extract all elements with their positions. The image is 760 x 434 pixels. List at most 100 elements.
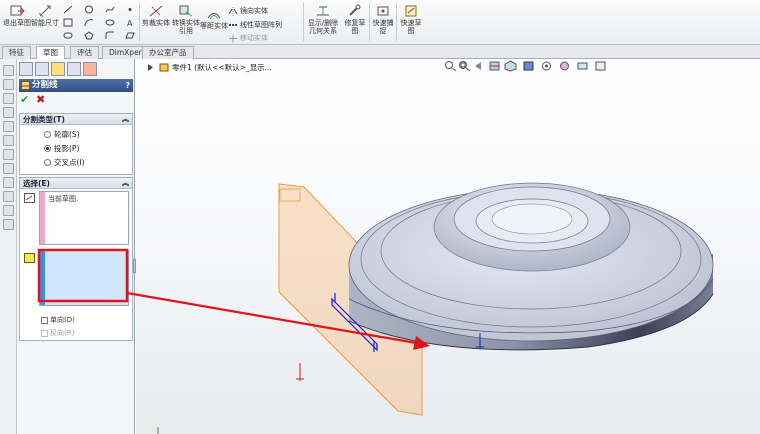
ribbon-separator (369, 3, 370, 41)
radio-button (44, 159, 51, 166)
toolbar-tool-icon[interactable] (3, 79, 14, 90)
pm-title: 分割线 (32, 80, 58, 90)
circle-icon[interactable] (84, 5, 94, 14)
property-manager: 分割线 ? ✔ ✖ 分割类型(T) ︽ 轮廓(S) 投影(P) 交叉点(I) 选… (17, 59, 136, 434)
move-icon (229, 34, 237, 42)
svg-text:A: A (127, 19, 133, 27)
tab-features[interactable]: 特征 (2, 46, 31, 59)
toolbar-tool-icon[interactable] (3, 205, 14, 216)
radio-silhouette[interactable]: 轮廓(S) (44, 129, 80, 140)
radio-projection[interactable]: 投影(P) (44, 143, 79, 154)
ribbon-separator (396, 3, 397, 41)
command-manager-tabs: 特征 草图 评估 DimXpert 办公室产品 (0, 45, 760, 60)
exit-sketch-icon (10, 5, 25, 16)
relations-icon (317, 6, 329, 16)
rectangle-icon[interactable] (63, 18, 73, 27)
ribbon-toolbar: 退出草图 智能尺寸 A 剪裁实体 转换实体引用 等距实体 镜向实体 线性草图阵列… (0, 0, 760, 45)
rapid-sketch-icon (405, 5, 417, 17)
split-type-group: 分割类型(T) ︽ 轮廓(S) 投影(P) 交叉点(I) (19, 113, 133, 175)
display-delete-relations-button[interactable]: 显示/删除几何关系 (306, 4, 340, 35)
model-scene[interactable] (136, 59, 760, 434)
fillet-icon[interactable] (105, 31, 115, 40)
toolbar-tool-icon[interactable] (3, 65, 14, 76)
checkbox (41, 316, 48, 324)
tab-evaluate[interactable]: 评估 (70, 46, 99, 59)
configuration-manager-tab[interactable] (51, 62, 65, 76)
repair-sketch-button[interactable]: 修复草图 (342, 4, 368, 35)
ok-button[interactable]: ✔ (20, 93, 29, 106)
polygon-icon[interactable] (84, 31, 94, 40)
mirror-entities-button[interactable]: 镜向实体 (228, 6, 268, 16)
split-line-icon (21, 81, 30, 90)
graphics-area[interactable]: 零件1 (默认<<默认>_显示... (136, 59, 760, 434)
smart-dimension-icon (38, 5, 51, 18)
linear-pattern-icon (229, 23, 237, 26)
spline-icon[interactable] (105, 5, 115, 14)
ribbon-separator (139, 3, 140, 41)
help-button[interactable]: ? (125, 79, 130, 92)
point-icon[interactable] (125, 5, 135, 14)
feature-manager-tab[interactable] (19, 62, 33, 76)
toolbar-tool-icon[interactable] (3, 163, 14, 174)
toolbar-tool-icon[interactable] (3, 107, 14, 118)
dimxpert-manager-tab[interactable] (67, 62, 81, 76)
left-toolbar (0, 59, 17, 434)
slot-icon[interactable] (63, 31, 73, 40)
arc-icon[interactable] (84, 18, 94, 27)
ellipse-icon[interactable] (105, 18, 115, 27)
pm-title-bar: 分割线 ? (19, 79, 133, 92)
offset-entities-button[interactable]: 等距实体 (200, 7, 228, 30)
repair-sketch-icon (349, 4, 361, 16)
line-icon[interactable] (63, 5, 73, 14)
exit-sketch-button[interactable]: 退出草图 (3, 4, 31, 27)
toolbar-tool-icon[interactable] (3, 149, 14, 160)
tab-sketch[interactable]: 草图 (36, 46, 65, 60)
text-icon[interactable]: A (125, 18, 135, 27)
rapid-sketch-button[interactable]: 快速草图 (398, 4, 424, 35)
ok-cancel-bar: ✔ ✖ (20, 93, 60, 107)
convert-entities-icon (179, 5, 193, 17)
selection-color-bar (40, 192, 45, 244)
single-direction-checkbox[interactable]: 单向(D) (41, 315, 75, 325)
smart-dimension-button[interactable]: 智能尺寸 (31, 4, 59, 27)
toolbar-tool-icon[interactable] (3, 177, 14, 188)
toolbar-tool-icon[interactable] (3, 135, 14, 146)
toolbar-tool-icon[interactable] (3, 121, 14, 132)
display-manager-tab[interactable] (83, 62, 97, 76)
disk-part-model[interactable] (348, 182, 714, 351)
move-entities-button[interactable]: 移动实体 (228, 33, 268, 43)
faces-to-split-list[interactable] (39, 250, 129, 306)
ribbon-separator (303, 3, 304, 41)
face-selection-icon (24, 253, 35, 263)
linear-sketch-pattern-button[interactable]: 线性草图阵列 (228, 20, 282, 30)
sketch-selection-list[interactable]: 当前草图. (39, 191, 129, 245)
tab-office-products[interactable]: 办公室产品 (142, 46, 194, 59)
radio-button-selected (44, 145, 51, 152)
toolbar-tool-icon[interactable] (3, 93, 14, 104)
reverse-direction-checkbox[interactable]: 反向(R) (41, 328, 74, 338)
convert-entities-button[interactable]: 转换实体引用 (171, 4, 201, 35)
sketch-origin-icon (157, 363, 304, 434)
offset-icon (207, 13, 221, 20)
mirror-icon (228, 6, 238, 16)
selection-group-header[interactable]: 选择(E) ︽ (20, 178, 132, 189)
split-type-group-header[interactable]: 分割类型(T) ︽ (20, 114, 132, 125)
selection-color-bar (40, 251, 45, 305)
quick-snaps-button[interactable]: 快速捕捉 (371, 4, 395, 35)
toolbar-tool-icon[interactable] (3, 191, 14, 202)
collapse-chevron-icon: ︽ (122, 179, 129, 187)
radio-button (44, 131, 51, 138)
property-manager-tab[interactable] (35, 62, 49, 76)
sketch-selection-icon (24, 193, 35, 203)
radio-intersection[interactable]: 交叉点(I) (44, 157, 85, 168)
checkbox (41, 329, 48, 337)
trim-entities-button[interactable]: 剪裁实体 (142, 4, 170, 27)
collapse-chevron-icon: ︽ (122, 115, 129, 123)
quick-snap-icon (377, 6, 389, 16)
current-sketch-item: 当前草图. (48, 195, 79, 203)
cancel-button[interactable]: ✖ (36, 93, 45, 106)
plane-icon[interactable] (125, 31, 135, 40)
manager-tabs (17, 62, 135, 77)
toolbar-tool-icon[interactable] (3, 219, 14, 230)
trim-icon (149, 5, 163, 17)
